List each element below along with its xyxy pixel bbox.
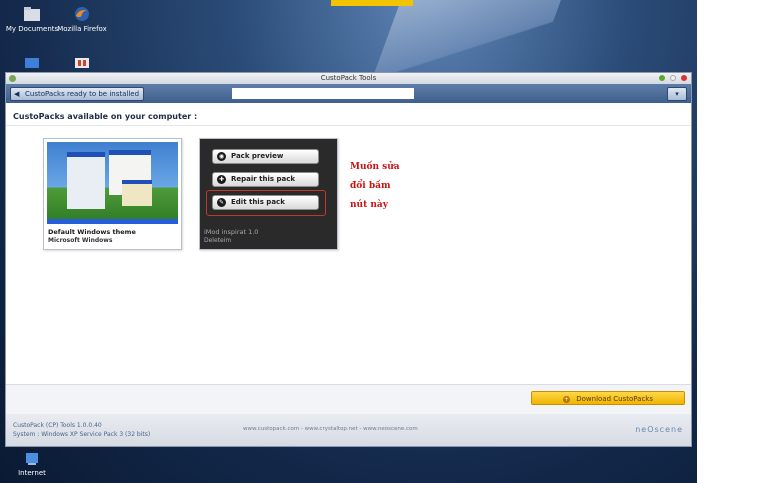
pack-preview-button[interactable]: ◉ Pack preview xyxy=(212,149,319,164)
thumbnail-taskbar xyxy=(47,219,178,224)
edit-pack-label: Edit this pack xyxy=(231,198,285,206)
window-title: CustoPack Tools xyxy=(320,74,377,82)
menu-icon: ▾ xyxy=(675,90,679,98)
folder-icon xyxy=(24,7,40,21)
version-text: CustoPack (CP) Tools 1.0.0.40 xyxy=(13,422,102,429)
version-info: CustoPack (CP) Tools 1.0.0.40 System : W… xyxy=(13,421,150,439)
annotation-line: nút này xyxy=(350,200,388,210)
desktop-icon-internet[interactable]: Internet xyxy=(0,452,64,477)
close-button[interactable] xyxy=(681,75,687,81)
desktop-icon-firefox[interactable]: Mozilla Firefox xyxy=(50,6,114,33)
thumbnail-window xyxy=(122,180,152,206)
custopack-window: CustoPack Tools ◀ CustoPacks ready to be… xyxy=(5,72,692,447)
wallpaper-accent xyxy=(331,0,413,6)
pencil-icon: ✎ xyxy=(217,198,226,207)
action-bar: + Download CustoPacks xyxy=(6,384,691,414)
pack-preview-label: Pack preview xyxy=(231,152,284,160)
annotation-line: Muốn sửa xyxy=(350,162,400,172)
repair-pack-button[interactable]: ✚ Repair this pack xyxy=(212,172,319,187)
pack-name: Default Windows theme xyxy=(48,228,136,236)
website-links[interactable]: www.custopack.com - www.crystaltop.net -… xyxy=(243,426,418,432)
download-custopacks-button[interactable]: + Download CustoPacks xyxy=(531,391,685,405)
back-button-label: CustoPacks ready to be installed xyxy=(25,90,140,98)
system-text: System : Windows XP Service Pack 3 (32 b… xyxy=(13,431,151,438)
section-title: CustoPacks available on your computer : xyxy=(13,112,198,121)
desktop-icon-label: Internet xyxy=(18,469,46,477)
internet-icon xyxy=(26,453,38,465)
section-divider xyxy=(6,125,691,126)
status-bar: CustoPack (CP) Tools 1.0.0.40 System : W… xyxy=(6,414,691,446)
desktop: My Documents Mozilla Firefox Internet Cu… xyxy=(0,0,697,483)
plus-icon: + xyxy=(563,395,570,403)
pack-card-default[interactable]: Default Windows theme Microsoft Windows xyxy=(43,138,182,250)
annotation-text: Muốn sửa đổi bấm nút này xyxy=(350,158,440,215)
desktop-icon-label: Mozilla Firefox xyxy=(57,25,107,33)
thumbnail-window xyxy=(67,152,105,209)
desktop-icon-app[interactable] xyxy=(50,58,114,71)
window-titlebar[interactable]: CustoPack Tools xyxy=(6,73,691,84)
pack-name: iMod inspirat 1.0 xyxy=(204,228,259,236)
custopack-app-icon xyxy=(9,75,16,82)
edit-pack-button[interactable]: ✎ Edit this pack xyxy=(212,195,319,210)
options-menu-button[interactable]: ▾ xyxy=(667,87,687,101)
firefox-icon xyxy=(75,7,89,21)
computer-icon xyxy=(25,58,39,68)
back-arrow-icon: ◀ xyxy=(14,90,20,98)
maximize-button[interactable] xyxy=(670,75,676,81)
neoscene-logo: neOscene xyxy=(635,425,683,434)
pack-author: Microsoft Windows xyxy=(48,237,113,244)
pack-author: Deleteim xyxy=(204,237,232,244)
window-toolbar: ◀ CustoPacks ready to be installed ▾ xyxy=(6,84,691,103)
minimize-button[interactable] xyxy=(659,75,665,81)
annotation-line: đổi bấm xyxy=(350,181,391,191)
window-controls xyxy=(659,75,687,81)
back-button[interactable]: ◀ CustoPacks ready to be installed xyxy=(10,87,145,101)
redacted-area xyxy=(232,88,414,99)
repair-icon: ✚ xyxy=(217,175,226,184)
pack-card-imod[interactable]: ◉ Pack preview ✚ Repair this pack ✎ Edit… xyxy=(199,138,338,250)
repair-pack-label: Repair this pack xyxy=(231,175,296,183)
download-label: Download CustoPacks xyxy=(576,395,653,403)
app-icon xyxy=(75,58,89,68)
preview-icon: ◉ xyxy=(217,152,226,161)
pack-thumbnail xyxy=(47,142,178,224)
